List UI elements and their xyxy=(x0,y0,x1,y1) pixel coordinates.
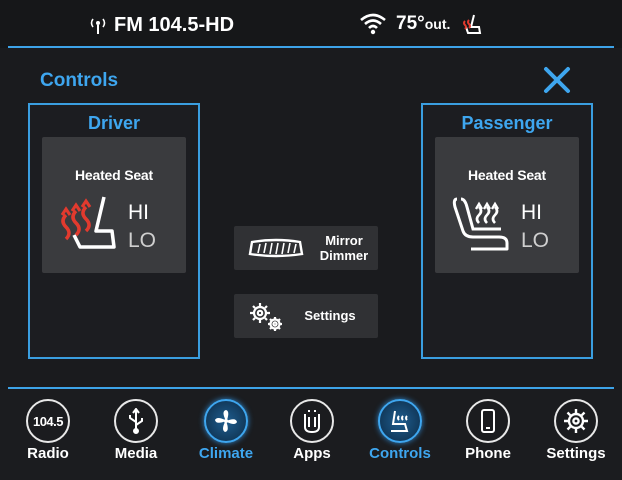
passenger-heated-seat-label: Heated Seat xyxy=(468,167,546,183)
nav-settings-label: Settings xyxy=(546,445,606,462)
nav-settings[interactable]: Settings xyxy=(536,393,616,473)
antenna-icon xyxy=(90,18,106,34)
nav-controls-label: Controls xyxy=(369,445,431,462)
passenger-label: Passenger xyxy=(461,113,553,133)
passenger-heated-seat-button[interactable]: Heated Seat HI LO xyxy=(435,137,579,273)
heated-seat-status-icon xyxy=(463,14,482,34)
mirror-dimmer-button[interactable]: Mirror Dimmer xyxy=(234,226,378,270)
nav-apps-label: Apps xyxy=(293,445,331,462)
bottom-nav: 104.5 Radio Media Climate Apps Controls … xyxy=(0,389,622,480)
temperature-suffix: out. xyxy=(424,16,451,32)
nav-media[interactable]: Media xyxy=(96,393,176,473)
wifi-icon xyxy=(360,13,386,35)
controls-settings-button[interactable]: Settings xyxy=(234,294,378,338)
radio-icon: 104.5 xyxy=(26,399,70,443)
nav-phone-label: Phone xyxy=(465,445,511,462)
driver-heated-seat-label: Heated Seat xyxy=(75,167,153,183)
screen: FM 104.5-HD 75°out. Controls Driver Heat… xyxy=(0,0,622,480)
close-button[interactable] xyxy=(543,66,571,94)
driver-panel: Driver Heated Seat HI LO xyxy=(28,103,200,359)
controls-settings-label: Settings xyxy=(304,308,356,323)
passenger-heated-seat-icon xyxy=(452,197,509,251)
nav-controls[interactable]: Controls xyxy=(360,393,440,473)
nav-phone[interactable]: Phone xyxy=(448,393,528,473)
mirror-icon xyxy=(248,238,304,258)
mirror-dimmer-line1: Mirror xyxy=(325,233,363,248)
driver-lo-label: LO xyxy=(128,229,157,252)
driver-heated-seat-icon xyxy=(60,196,116,249)
status-divider xyxy=(8,46,614,48)
passenger-lo-label: LO xyxy=(521,229,550,252)
nav-radio-label: Radio xyxy=(27,445,69,462)
seat-controls-icon xyxy=(378,399,422,443)
status-right: 75°out. xyxy=(360,12,484,36)
usb-icon xyxy=(114,399,158,443)
close-icon xyxy=(544,67,570,93)
phone-icon xyxy=(466,399,510,443)
gears-icon xyxy=(250,303,282,331)
nav-media-label: Media xyxy=(114,445,158,462)
driver-hi-label: HI xyxy=(128,201,149,224)
nav-apps[interactable]: Apps xyxy=(272,393,352,473)
nav-climate-label: Climate xyxy=(198,445,254,462)
temperature-value: 75° xyxy=(396,13,425,34)
nav-radio[interactable]: 104.5 Radio xyxy=(8,393,88,473)
nav-climate[interactable]: Climate xyxy=(186,393,266,473)
mirror-dimmer-line2: Dimmer xyxy=(319,248,369,263)
apps-icon xyxy=(290,399,334,443)
driver-label: Driver xyxy=(87,113,141,133)
driver-heated-seat-button[interactable]: Heated Seat HI LO xyxy=(42,137,186,273)
gear-icon xyxy=(554,399,598,443)
mirror-dimmer-label: Mirror Dimmer xyxy=(312,233,376,263)
page-title: Controls xyxy=(40,70,119,91)
radio-status[interactable]: FM 104.5-HD xyxy=(90,14,234,37)
radio-icon-text: 104.5 xyxy=(32,413,64,429)
outside-temperature: 75°out. xyxy=(396,13,450,35)
status-bar: FM 104.5-HD 75°out. xyxy=(0,0,622,48)
passenger-panel: Passenger Heated Seat HI LO xyxy=(421,103,593,359)
fan-icon xyxy=(204,399,248,443)
passenger-hi-label: HI xyxy=(521,201,542,224)
radio-station-text: FM 104.5-HD xyxy=(114,14,235,36)
